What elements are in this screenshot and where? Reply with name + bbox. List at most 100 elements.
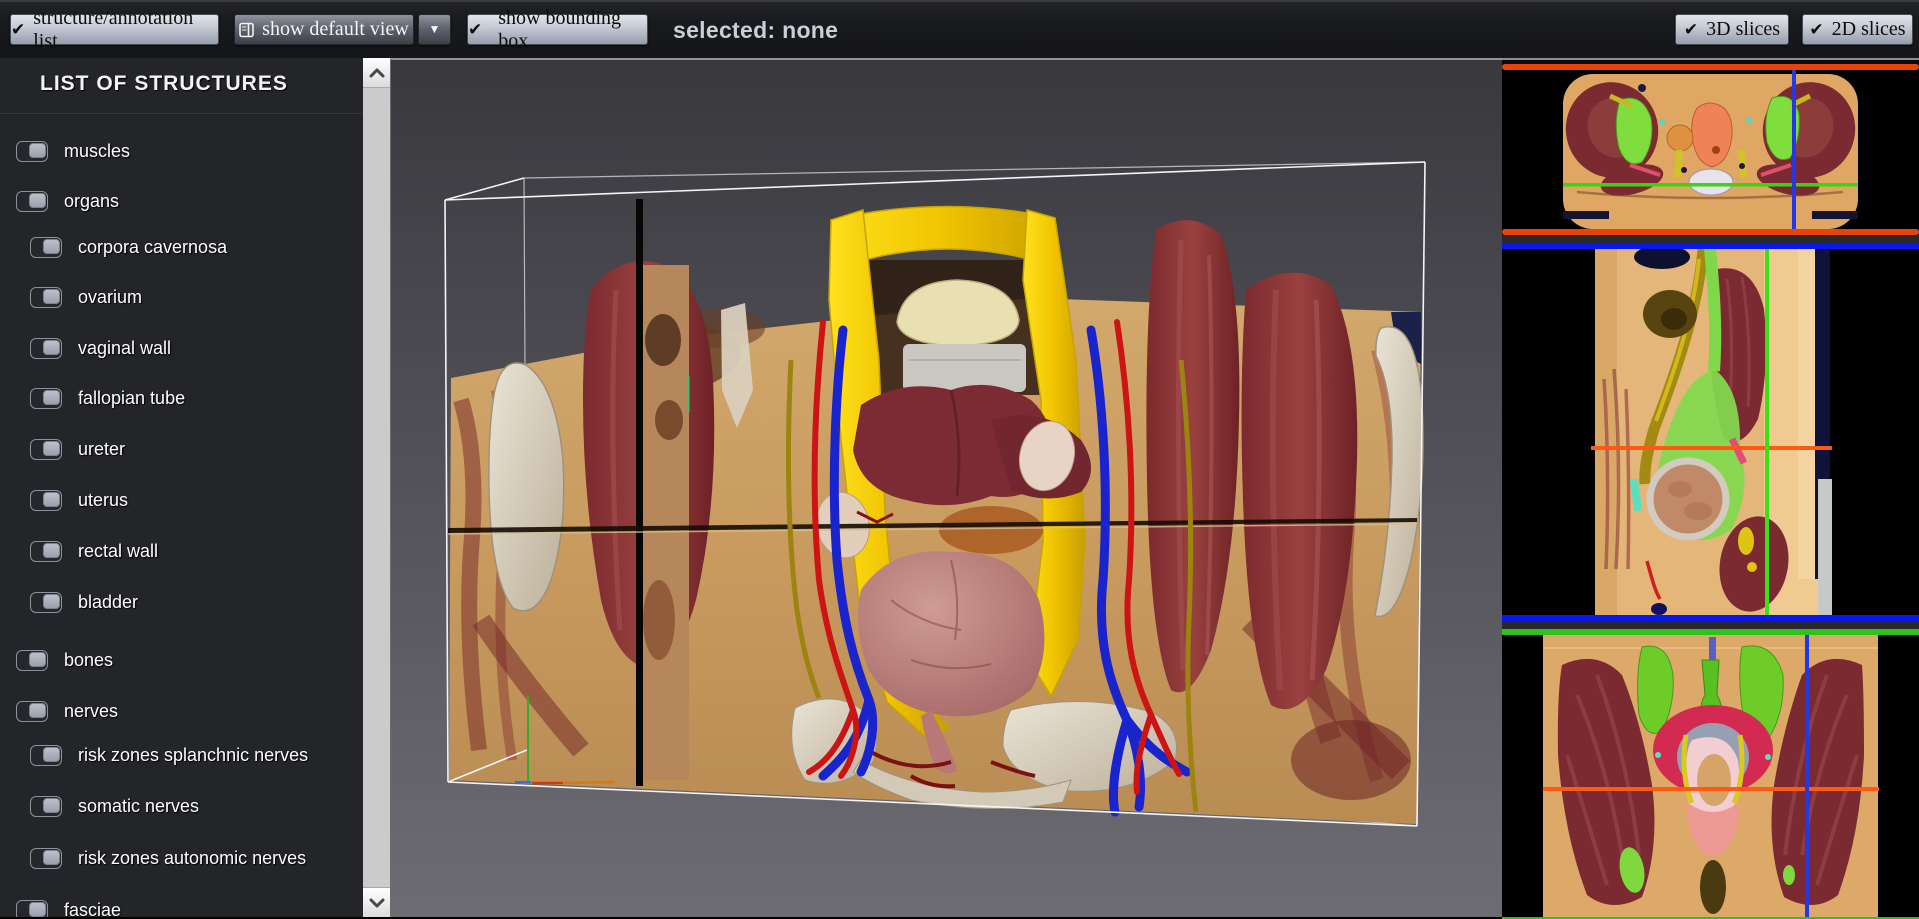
chevron-down-icon: ▼ xyxy=(429,22,441,37)
visibility-toggle[interactable] xyxy=(30,388,62,409)
scrollbar-thumb[interactable] xyxy=(363,88,390,887)
axial-crosshair-vertical xyxy=(1792,70,1796,229)
panel-gap xyxy=(1502,621,1919,629)
structure-label: ovarium xyxy=(78,287,142,308)
coronal-slice-view[interactable] xyxy=(1502,635,1919,917)
visibility-toggle[interactable] xyxy=(30,541,62,562)
show-default-view-button[interactable]: show default view xyxy=(234,14,414,45)
toggle-knob xyxy=(29,193,46,208)
visibility-toggle[interactable] xyxy=(16,900,48,918)
show-bounding-box-label2: show bounding box xyxy=(498,7,647,53)
show-bounding-box-button[interactable]: ✔ show bounding box xyxy=(467,14,648,45)
visibility-toggle[interactable] xyxy=(30,848,62,869)
visibility-toggle[interactable] xyxy=(30,287,62,308)
visibility-toggle[interactable] xyxy=(30,338,62,359)
sagittal-slab-strip xyxy=(643,265,690,780)
3d-slices-button[interactable]: ✔ 3D slices xyxy=(1675,14,1789,45)
structure-row-somatic-nerves: somatic nerves xyxy=(30,794,199,818)
chevron-up-icon xyxy=(368,67,386,79)
structure-row-vaginal-wall: vaginal wall xyxy=(30,336,171,360)
3d-viewport[interactable] xyxy=(390,58,1502,917)
structure-label: fallopian tube xyxy=(78,388,185,409)
visibility-toggle[interactable] xyxy=(16,141,48,162)
toggle-knob xyxy=(43,594,60,609)
toggle-knob xyxy=(43,798,60,813)
2d-slices-button[interactable]: ✔ 2D slices xyxy=(1802,14,1913,45)
structure-row-risk-zones-splanchnic-nerves: risk zones splanchnic nerves xyxy=(30,743,308,767)
structure-row-ureter: ureter xyxy=(30,437,125,461)
3d-slices-label: 3D slices xyxy=(1706,18,1780,41)
structure-label: organs xyxy=(64,191,119,212)
structure-row-muscles: muscles xyxy=(16,139,130,163)
toggle-knob xyxy=(43,239,60,254)
structure-row-bones: bones xyxy=(16,648,113,672)
panel-gap xyxy=(1502,235,1919,244)
coronal-crosshair-vertical xyxy=(1805,635,1809,917)
visibility-toggle[interactable] xyxy=(30,439,62,460)
structure-label: vaginal wall xyxy=(78,338,171,359)
toggle-knob xyxy=(29,652,46,667)
toggle-knob xyxy=(43,492,60,507)
check-icon: ✔ xyxy=(11,21,25,38)
structure-row-uterus: uterus xyxy=(30,488,128,512)
scroll-down-button[interactable] xyxy=(363,887,390,917)
sagittal-slice-view[interactable] xyxy=(1502,249,1919,615)
structure-row-bladder: bladder xyxy=(30,590,138,614)
selected-status: selected: none xyxy=(673,17,838,44)
visibility-toggle[interactable] xyxy=(30,745,62,766)
sidebar-title: LIST OF STRUCTURES xyxy=(40,72,288,96)
toggle-knob xyxy=(43,441,60,456)
scroll-up-button[interactable] xyxy=(363,58,390,88)
structure-label: bones xyxy=(64,650,113,671)
check-icon: ✔ xyxy=(1684,21,1698,38)
bowel-patch xyxy=(939,506,1043,554)
axial-slice-view[interactable] xyxy=(1502,70,1919,229)
divider xyxy=(0,113,363,114)
visibility-toggle[interactable] xyxy=(30,490,62,511)
coronal-crosshair-horizontal xyxy=(1543,787,1879,791)
toggle-knob xyxy=(43,850,60,865)
3d-anatomy-canvas[interactable] xyxy=(391,60,1503,917)
sidebar-scrollbar[interactable] xyxy=(363,58,390,917)
structure-list-sidebar: LIST OF STRUCTURES muscles organs corpor… xyxy=(0,58,363,917)
toggle-knob xyxy=(43,340,60,355)
sagittal-plane-edge xyxy=(636,199,643,786)
check-icon: ✔ xyxy=(1809,21,1823,38)
show-default-view-label: show default view xyxy=(262,18,409,41)
structure-label: muscles xyxy=(64,141,130,162)
visibility-toggle[interactable] xyxy=(30,237,62,258)
structure-label: risk zones splanchnic nerves xyxy=(78,745,308,766)
sagittal-crosshair-vertical xyxy=(1765,249,1769,615)
structure-row-risk-zones-autonomic-nerves: risk zones autonomic nerves xyxy=(30,846,306,870)
structure-label: fasciae xyxy=(64,900,121,918)
toggle-knob xyxy=(43,543,60,558)
toolbar: ✔ structure/annotation list show default… xyxy=(0,0,1919,58)
gray-band xyxy=(903,344,1026,392)
structure-row-corpora-cavernosa: corpora cavernosa xyxy=(30,235,227,259)
visibility-toggle[interactable] xyxy=(16,650,48,671)
visibility-toggle[interactable] xyxy=(16,191,48,212)
visibility-toggle[interactable] xyxy=(16,701,48,722)
structure-label: ureter xyxy=(78,439,125,460)
sagittal-crosshair-horizontal xyxy=(1591,446,1832,450)
structure-annotation-list-label: structure/annotation list xyxy=(33,7,218,53)
structure-label: risk zones autonomic nerves xyxy=(78,848,306,869)
structure-label: uterus xyxy=(78,490,128,511)
toggle-knob xyxy=(29,703,46,718)
visibility-toggle[interactable] xyxy=(30,796,62,817)
toggle-knob xyxy=(43,747,60,762)
2d-slices-label: 2D slices xyxy=(1832,18,1906,41)
structure-row-organs: organs xyxy=(16,189,119,213)
structure-annotation-list-button[interactable]: ✔ structure/annotation list xyxy=(10,14,219,45)
visibility-toggle[interactable] xyxy=(30,592,62,613)
structure-label: bladder xyxy=(78,592,138,613)
chevron-down-icon xyxy=(368,897,386,909)
default-view-dropdown-button[interactable]: ▼ xyxy=(418,14,451,45)
structure-label: somatic nerves xyxy=(78,796,199,817)
check-icon: ✔ xyxy=(468,21,482,38)
structure-label: rectal wall xyxy=(78,541,158,562)
structure-row-fallopian-tube: fallopian tube xyxy=(30,386,185,410)
toggle-knob xyxy=(43,289,60,304)
structure-label: nerves xyxy=(64,701,118,722)
structure-row-fasciae: fasciae xyxy=(16,898,121,917)
